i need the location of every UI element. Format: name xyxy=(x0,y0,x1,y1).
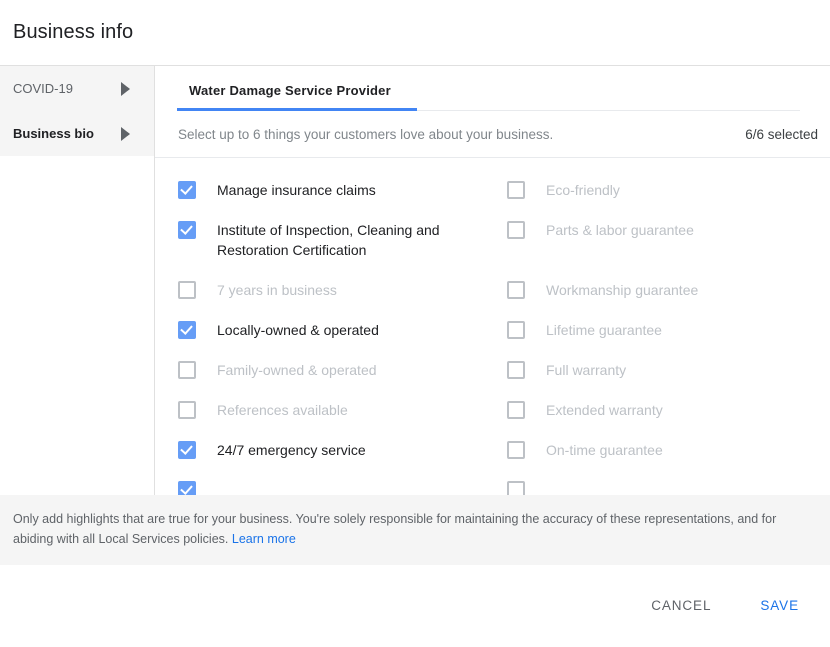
checkbox-unchecked-icon[interactable] xyxy=(178,401,196,419)
highlight-label: Eco-friendly xyxy=(546,182,620,198)
highlight-row-lifetime-guarantee[interactable]: Lifetime guarantee xyxy=(507,320,820,360)
checkbox-checked-icon[interactable] xyxy=(178,221,196,239)
dialog-footer: CANCEL SAVE xyxy=(0,565,830,646)
highlight-label: On-time guarantee xyxy=(546,442,663,458)
highlight-label: Lifetime guarantee xyxy=(546,322,662,338)
highlight-row-workmanship-guarantee[interactable]: Workmanship guarantee xyxy=(507,280,820,320)
highlight-row-manage-insurance-claims[interactable]: Manage insurance claims xyxy=(178,180,499,220)
checkbox-unchecked-icon[interactable] xyxy=(507,361,525,379)
checkbox-unchecked-icon[interactable] xyxy=(178,361,196,379)
highlights-grid: Manage insurance claims Institute of Insp… xyxy=(155,180,830,495)
checkbox-unchecked-icon[interactable] xyxy=(507,221,525,239)
disclaimer-banner: Only add highlights that are true for yo… xyxy=(0,495,830,565)
disclaimer-body: Only add highlights that are true for yo… xyxy=(13,512,777,546)
checkbox-unchecked-icon[interactable] xyxy=(507,441,525,459)
disclaimer-text: Only add highlights that are true for yo… xyxy=(13,509,806,549)
highlight-label: Manage insurance claims xyxy=(217,182,376,198)
checkbox-unchecked-icon[interactable] xyxy=(507,401,525,419)
dialog-body: COVID-19 Business bio Water Damage Servic… xyxy=(0,65,830,495)
cancel-button[interactable]: CANCEL xyxy=(643,588,719,623)
page-header: Business info xyxy=(0,0,830,65)
tab-bar: Water Damage Service Provider xyxy=(155,66,830,111)
checkbox-checked-icon[interactable] xyxy=(178,321,196,339)
highlight-label: Locally-owned & operated xyxy=(217,322,379,338)
tab-active-indicator xyxy=(177,108,417,111)
checkbox-unchecked-icon[interactable] xyxy=(178,281,196,299)
highlight-row-extended-warranty[interactable]: Extended warranty xyxy=(507,400,820,440)
highlights-column-right: Eco-friendly Parts & labor guarantee Workm… xyxy=(499,180,820,495)
highlight-row-partial-7[interactable] xyxy=(178,480,499,495)
learn-more-link[interactable]: Learn more xyxy=(232,532,296,546)
selection-instructions: Select up to 6 things your customers lov… xyxy=(178,126,554,142)
highlight-row-locally-owned-operated[interactable]: Locally-owned & operated xyxy=(178,320,499,360)
highlight-label: Workmanship guarantee xyxy=(546,282,699,298)
highlight-row-spacer xyxy=(507,260,820,280)
highlight-row-eco-friendly[interactable]: Eco-friendly xyxy=(507,180,820,220)
highlight-row-full-warranty[interactable]: Full warranty xyxy=(507,360,820,400)
checkbox-checked-icon[interactable] xyxy=(178,441,196,459)
checkbox-unchecked-icon[interactable] xyxy=(507,321,525,339)
highlight-row-7-years-in-business[interactable]: 7 years in business xyxy=(178,280,499,320)
highlight-label: References available xyxy=(217,402,348,418)
page-title: Business info xyxy=(13,21,134,43)
sidebar-item-label: Business bio xyxy=(13,126,94,141)
save-button[interactable]: SAVE xyxy=(752,588,807,623)
highlights-column-left: Manage insurance claims Institute of Insp… xyxy=(178,180,499,495)
main-pane: Water Damage Service Provider Select up … xyxy=(155,66,830,495)
subtitle-row: Select up to 6 things your customers lov… xyxy=(155,111,830,158)
highlight-label: 7 years in business xyxy=(217,282,337,298)
sidebar: COVID-19 Business bio xyxy=(0,66,155,495)
highlight-row-24-7-emergency-service[interactable]: 24/7 emergency service xyxy=(178,440,499,480)
triangle-right-icon xyxy=(121,81,130,96)
highlight-row-family-owned-operated[interactable]: Family-owned & operated xyxy=(178,360,499,400)
sidebar-item-covid-19[interactable]: COVID-19 xyxy=(0,66,154,111)
highlight-row-references-available[interactable]: References available xyxy=(178,400,499,440)
highlight-row-parts-labor-guarantee[interactable]: Parts & labor guarantee xyxy=(507,220,820,260)
checkbox-unchecked-icon[interactable] xyxy=(507,281,525,299)
tab-water-damage-service-provider[interactable]: Water Damage Service Provider xyxy=(177,66,403,98)
highlight-row-partial-7[interactable] xyxy=(507,480,820,495)
highlights-scroll-area[interactable]: Manage insurance claims Institute of Insp… xyxy=(155,158,830,495)
checkbox-checked-icon[interactable] xyxy=(178,181,196,199)
highlight-label: Extended warranty xyxy=(546,402,663,418)
highlight-row-institute-of-inspection-cleaning-and-restoration-certification[interactable]: Institute of Inspection, Cleaning and Re… xyxy=(178,220,499,280)
triangle-right-icon xyxy=(121,126,130,141)
sidebar-item-label: COVID-19 xyxy=(13,81,73,96)
selected-count: 6/6 selected xyxy=(745,126,818,142)
highlight-label: 24/7 emergency service xyxy=(217,442,366,458)
highlight-label: Family-owned & operated xyxy=(217,362,377,378)
checkbox-unchecked-icon[interactable] xyxy=(507,181,525,199)
highlight-label: Parts & labor guarantee xyxy=(546,222,694,238)
highlight-label: Institute of Inspection, Cleaning and Re… xyxy=(217,222,440,258)
checkbox-unchecked-icon[interactable] xyxy=(507,481,525,495)
highlight-row-on-time-guarantee[interactable]: On-time guarantee xyxy=(507,440,820,480)
checkbox-checked-icon[interactable] xyxy=(178,481,196,495)
highlight-label: Full warranty xyxy=(546,362,627,378)
sidebar-item-business-bio[interactable]: Business bio xyxy=(0,111,154,156)
